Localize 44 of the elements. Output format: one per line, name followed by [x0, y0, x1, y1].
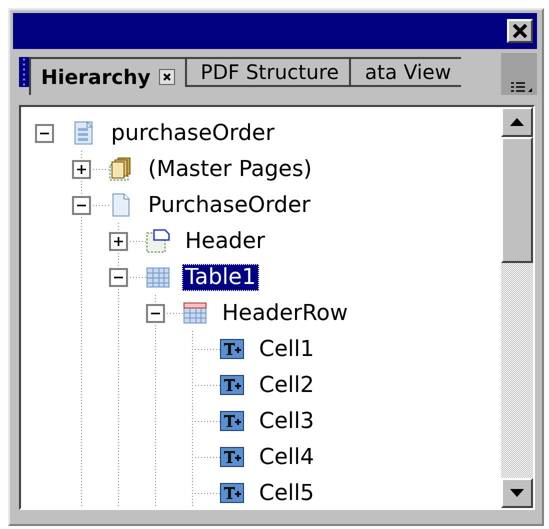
tree-item[interactable]: Header	[182, 228, 268, 254]
stacked-pages-icon	[109, 157, 133, 181]
plus-icon	[77, 164, 86, 174]
grip-handle[interactable]	[19, 57, 29, 87]
expand-button[interactable]	[72, 160, 91, 178]
collapse-button[interactable]	[146, 304, 165, 322]
table-icon	[146, 265, 170, 289]
tree-item[interactable]: HeaderRow	[219, 300, 351, 326]
tree-item[interactable]: Cell5	[256, 480, 318, 506]
vertical-scrollbar[interactable]	[501, 107, 533, 508]
tree-item[interactable]: Cell1	[256, 336, 318, 362]
tab[interactable]: PDF Structure	[184, 57, 349, 87]
expand-button[interactable]	[109, 232, 128, 250]
table-icon	[183, 301, 207, 325]
scroll-up-button[interactable]	[501, 107, 533, 137]
subform-icon	[146, 229, 170, 253]
tree-item[interactable]: Cell3	[256, 408, 318, 434]
document-icon	[72, 121, 96, 145]
tree-item[interactable]: Cell4	[256, 444, 318, 470]
tab[interactable]: Hierarchy	[29, 57, 185, 95]
text-field-icon	[220, 373, 244, 397]
tree-item[interactable]: (Master Pages)	[145, 156, 316, 182]
collapse-button[interactable]	[109, 268, 128, 286]
tab[interactable]: ata View	[348, 57, 462, 87]
up-triangle-icon	[510, 118, 524, 126]
close-button[interactable]	[507, 19, 533, 43]
collapse-button[interactable]	[72, 196, 91, 214]
close-icon	[162, 72, 172, 82]
close-icon	[512, 23, 528, 39]
text-field-icon	[220, 337, 244, 361]
plus-icon	[114, 236, 123, 246]
text-field-icon	[220, 445, 244, 469]
tree-item[interactable]: Cell2	[256, 372, 318, 398]
down-triangle-icon	[510, 489, 524, 497]
scroll-down-button[interactable]	[501, 478, 533, 508]
tree-item[interactable]: Table1	[182, 264, 259, 290]
menu-icon[interactable]	[511, 81, 533, 93]
tree-item[interactable]: PurchaseOrder	[145, 192, 314, 218]
collapse-button[interactable]	[35, 124, 54, 142]
scroll-thumb[interactable]	[501, 137, 533, 263]
text-field-icon	[220, 481, 244, 505]
text-field-icon	[220, 409, 244, 433]
tab-close-button[interactable]	[158, 69, 175, 85]
tree-item[interactable]: purchaseOrder	[108, 120, 278, 146]
